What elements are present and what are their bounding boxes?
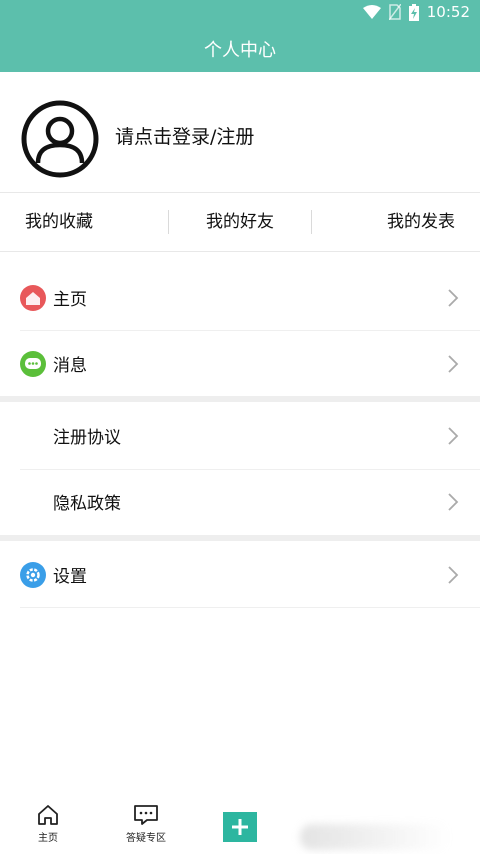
chevron-right-icon (448, 426, 459, 445)
chevron-right-icon (448, 565, 459, 584)
menu-label: 消息 (53, 356, 87, 376)
menu-item-privacy-policy[interactable]: 隐私政策 (0, 469, 480, 534)
bottom-tab-bar: 主页 答疑专区 (0, 796, 480, 854)
plus-icon (232, 819, 248, 835)
menu-label: 主页 (53, 290, 87, 310)
status-time: 10:52 (426, 3, 470, 21)
tab-home[interactable]: 主页 (36, 804, 60, 844)
page-title: 个人中心 (204, 40, 276, 61)
settings-icon (20, 561, 46, 588)
menu-item-register-agreement[interactable]: 注册协议 (0, 403, 480, 468)
user-avatar-icon[interactable] (21, 100, 99, 178)
home-icon (20, 284, 46, 311)
login-register-link[interactable]: 请点击登录/注册 (115, 122, 254, 149)
profile-card[interactable]: 请点击登录/注册 (0, 72, 480, 192)
menu-label: 注册协议 (53, 428, 121, 448)
status-bar: 10:52 (0, 0, 480, 26)
title-bar: 个人中心 (0, 26, 480, 72)
menu-label: 隐私政策 (53, 494, 121, 514)
quick-links: 我的收藏 我的好友 我的发表 (0, 193, 480, 251)
no-sim-icon (388, 4, 401, 20)
chevron-right-icon (448, 288, 459, 307)
message-icon (20, 350, 46, 377)
tab-label: 答疑专区 (126, 833, 166, 844)
tab-label: 主页 (38, 833, 58, 844)
section-gap (0, 396, 480, 402)
divider (0, 251, 480, 252)
chevron-right-icon (448, 492, 459, 511)
battery-charging-icon (408, 3, 419, 21)
wifi-icon (362, 5, 381, 19)
home-outline-icon (38, 805, 58, 825)
my-favorites-link[interactable]: 我的收藏 (0, 193, 168, 251)
menu-item-home[interactable]: 主页 (0, 265, 480, 330)
row-divider (20, 607, 480, 608)
chat-outline-icon (134, 805, 158, 825)
menu-item-messages[interactable]: 消息 (0, 331, 480, 396)
chevron-right-icon (448, 354, 459, 373)
menu-item-settings[interactable]: 设置 (0, 542, 480, 607)
section-gap (0, 535, 480, 541)
add-post-button[interactable] (223, 812, 257, 842)
tab-overlay (300, 824, 450, 850)
status-icons: 10:52 (362, 3, 470, 21)
menu-label: 设置 (53, 567, 87, 587)
my-posts-link[interactable]: 我的发表 (312, 193, 480, 251)
tab-qa-zone[interactable]: 答疑专区 (126, 804, 166, 844)
my-friends-link[interactable]: 我的好友 (169, 193, 312, 251)
